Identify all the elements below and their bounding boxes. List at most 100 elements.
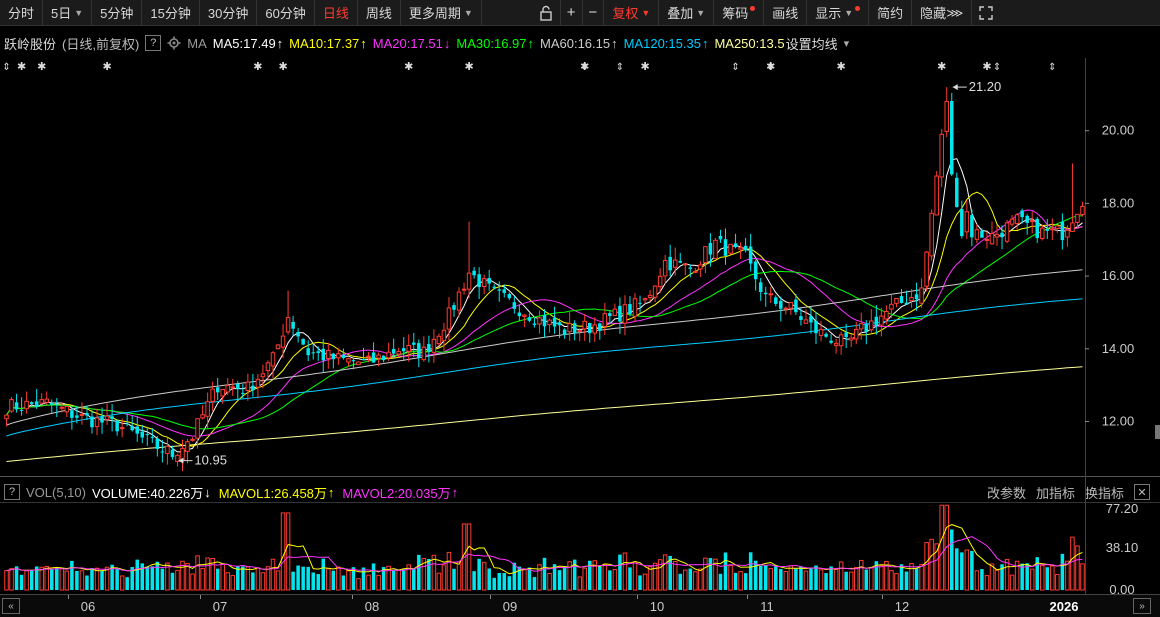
volume-bar-down bbox=[748, 552, 753, 590]
candle-body-down bbox=[110, 416, 114, 420]
volume-bar-down bbox=[794, 568, 798, 590]
volume-bar-up bbox=[848, 571, 854, 591]
volume-bar-up bbox=[446, 551, 452, 591]
volume-bar-up bbox=[24, 570, 29, 591]
candle-body-down bbox=[864, 324, 869, 332]
volume-bar-down bbox=[412, 568, 416, 590]
price-tick-label: 12.00 bbox=[1102, 413, 1135, 428]
volume-bar-up bbox=[672, 560, 678, 591]
volume-bar-up bbox=[4, 570, 9, 591]
candle-body-up bbox=[848, 337, 854, 341]
volume-bar-up bbox=[909, 563, 914, 591]
volume-bar-up bbox=[1055, 573, 1060, 591]
volume-bar-up bbox=[200, 568, 205, 591]
candle-body-down bbox=[351, 360, 356, 362]
candle-body-down bbox=[844, 332, 848, 338]
candle-body-up bbox=[642, 298, 648, 301]
candle-body-up bbox=[703, 246, 708, 264]
candle-body-up bbox=[356, 361, 361, 366]
volume-bar-up bbox=[994, 569, 1000, 591]
volume-bar-up bbox=[376, 574, 381, 591]
candle-body-up bbox=[657, 275, 663, 288]
volume-bar-down bbox=[361, 567, 366, 590]
x-tick-mark bbox=[882, 595, 883, 599]
volume-bar-up bbox=[265, 566, 271, 591]
volume-bar-down bbox=[507, 576, 512, 590]
candle-body-up bbox=[728, 243, 733, 254]
info-star-icon: ✱ bbox=[102, 61, 111, 73]
volume-bar-down bbox=[477, 558, 481, 590]
volume-bar-down bbox=[417, 554, 421, 590]
candle-body-up bbox=[989, 232, 995, 245]
volume-bar-up bbox=[441, 564, 447, 591]
volume-bar-down bbox=[899, 564, 904, 590]
candle-body-down bbox=[170, 449, 175, 457]
volume-bar-down bbox=[296, 565, 300, 590]
candle-body-down bbox=[477, 274, 481, 288]
volume-bar-down bbox=[50, 569, 54, 590]
volume-bar-up bbox=[119, 575, 125, 591]
volume-bar-up bbox=[698, 568, 703, 591]
volume-bar-up bbox=[522, 569, 527, 591]
candle-body-up bbox=[869, 320, 874, 331]
candle-body-down bbox=[1035, 218, 1039, 239]
candle-body-up bbox=[924, 251, 929, 287]
info-arrow-icon: ⇕ bbox=[731, 62, 739, 73]
volume-bar-up bbox=[1029, 568, 1035, 591]
candle-body-down bbox=[678, 260, 683, 263]
candle-body-down bbox=[1045, 229, 1050, 231]
candle-body-up bbox=[919, 287, 924, 304]
price-tick-label: 20.00 bbox=[1102, 123, 1135, 138]
volume-bar-up bbox=[396, 570, 401, 591]
volume-tick-label: 77.20 bbox=[1106, 501, 1139, 516]
candle-body-down bbox=[371, 352, 376, 363]
scroll-right-icon[interactable]: » bbox=[1133, 598, 1151, 614]
candle-body-up bbox=[466, 272, 472, 290]
volume-bar-up bbox=[356, 578, 361, 591]
panel-splitter-handle bbox=[1155, 425, 1160, 439]
candle-body-down bbox=[497, 289, 502, 291]
candle-body-up bbox=[44, 398, 49, 403]
candle-body-up bbox=[1040, 227, 1045, 240]
candle-body-up bbox=[537, 317, 542, 325]
candle-body-up bbox=[622, 304, 628, 324]
candle-body-up bbox=[1070, 222, 1075, 233]
candle-body-up bbox=[582, 320, 587, 330]
volume-bar-up bbox=[728, 565, 733, 591]
candle-body-up bbox=[1075, 213, 1080, 223]
candle-body-down bbox=[1025, 215, 1029, 223]
candle-body-up bbox=[9, 399, 14, 412]
volume-bar-up bbox=[647, 566, 653, 591]
candle-body-up bbox=[275, 344, 281, 350]
candle-body-down bbox=[19, 409, 24, 411]
candle-body-up bbox=[280, 335, 286, 348]
candle-body-down bbox=[85, 412, 89, 416]
candle-body-down bbox=[160, 451, 165, 453]
volume-bar-up bbox=[195, 555, 200, 591]
stock-chart[interactable]: 20.00 18.00 16.00 14.00 12.00 77.20 38.10 0.00 2… bbox=[0, 0, 1160, 594]
price-tick-label: 16.00 bbox=[1102, 268, 1135, 283]
candle-body-down bbox=[980, 230, 984, 238]
candle-body-up bbox=[547, 319, 552, 326]
candle-body-down bbox=[29, 402, 34, 405]
volume-bar-up bbox=[632, 562, 638, 591]
candle-body-down bbox=[824, 333, 828, 337]
candle-body-down bbox=[75, 415, 79, 418]
volume-bar-up bbox=[59, 568, 65, 591]
volume-bar-up bbox=[260, 572, 266, 591]
candle-body-down bbox=[688, 267, 693, 269]
candle-body-up bbox=[376, 354, 381, 359]
volume-bar-down bbox=[708, 558, 713, 590]
info-arrow-icon: ⇕ bbox=[767, 62, 775, 73]
volume-bar-up bbox=[858, 559, 864, 591]
volume-bar-down bbox=[316, 574, 321, 590]
scroll-left-icon[interactable]: « bbox=[2, 598, 20, 614]
candle-body-up bbox=[190, 438, 195, 441]
volume-bar-up bbox=[577, 576, 582, 591]
candle-body-down bbox=[718, 235, 723, 240]
candle-body-down bbox=[50, 402, 54, 405]
candle-body-down bbox=[914, 294, 919, 300]
candle-body-up bbox=[79, 413, 85, 416]
volume-bar-down bbox=[774, 566, 778, 590]
candle-body-up bbox=[693, 270, 698, 273]
